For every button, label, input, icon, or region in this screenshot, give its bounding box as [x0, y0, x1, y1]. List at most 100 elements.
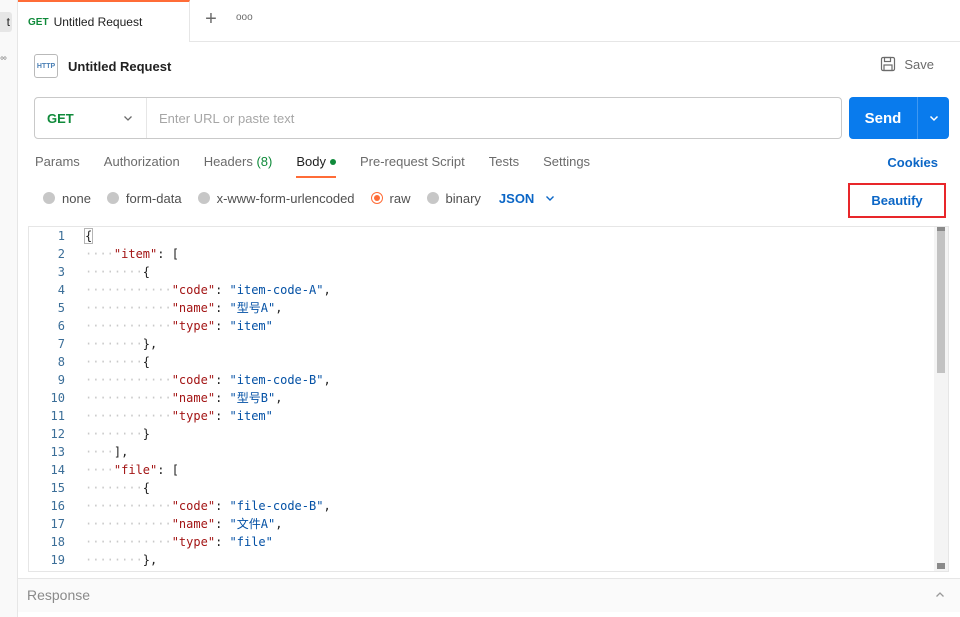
response-label: Response — [27, 587, 91, 603]
json-punctuation: : — [215, 517, 230, 531]
json-punctuation: : — [215, 535, 230, 549]
tab-pre-request-script[interactable]: Pre-request Script — [360, 148, 465, 178]
code-line: ········{ — [85, 353, 934, 371]
radio-button[interactable] — [197, 192, 210, 204]
json-punctuation: : [ — [157, 247, 179, 261]
indent-guide: ········ — [85, 427, 143, 441]
code-line: ············"name": "型号B", — [85, 389, 934, 407]
tab-headers[interactable]: Headers (8) — [204, 148, 273, 178]
indent-guide: ············ — [85, 283, 172, 297]
code-line: { — [83, 227, 934, 245]
save-button[interactable]: Save — [880, 56, 934, 72]
line-number-gutter: 1 2 3 4 5 6 7 8 9 10 11 12 13 14 15 16 17 18 19 — [29, 227, 67, 571]
json-key: "code" — [171, 373, 216, 387]
json-punctuation: { — [142, 265, 151, 279]
body-type-form-data[interactable]: form-data — [106, 191, 182, 206]
json-punctuation: : — [215, 499, 230, 513]
new-tab-icon[interactable]: + — [200, 9, 222, 31]
json-punctuation: ], — [113, 445, 129, 459]
code-line: ········{ — [85, 263, 934, 281]
send-button-group: Send — [849, 97, 949, 139]
radio-button[interactable] — [106, 192, 119, 204]
send-button[interactable]: Send — [849, 97, 917, 139]
tab-bar: GET Untitled Request + ooo — [18, 0, 960, 42]
request-tabs: Params Authorization Headers (8) Body Pr… — [35, 148, 614, 178]
chevron-up-icon[interactable] — [934, 589, 946, 601]
line-number: 3 — [57, 265, 65, 279]
sidebar-edge: t °° — [0, 0, 18, 617]
line-number: 1 — [57, 229, 65, 243]
sidebar-selected-item[interactable]: t — [0, 12, 12, 32]
tab-untitled-request[interactable]: GET Untitled Request — [18, 0, 190, 42]
code-line: ············"code": "item-code-B", — [85, 371, 934, 389]
tab-overflow-icon[interactable]: ooo — [236, 12, 253, 23]
chevron-down-icon — [929, 115, 938, 122]
radio-label: none — [62, 190, 91, 206]
radio-label: raw — [389, 190, 411, 206]
json-punctuation: { — [142, 481, 151, 495]
indent-guide: ············ — [85, 319, 172, 333]
json-key: "type" — [171, 319, 216, 333]
json-punctuation: : — [215, 319, 230, 333]
indent-guide: ············ — [85, 499, 172, 513]
code-content[interactable]: {····"item": [········{············"code… — [83, 227, 934, 571]
send-options-button[interactable] — [917, 97, 949, 139]
sidebar-more-icon[interactable]: °° — [0, 56, 7, 67]
json-key: "name" — [171, 391, 216, 405]
json-key: "code" — [171, 499, 216, 513]
json-key: "name" — [171, 517, 216, 531]
body-type-binary[interactable]: binary — [426, 191, 481, 206]
line-number: 8 — [57, 355, 65, 369]
code-line: ············"code": "file-code-B", — [85, 497, 934, 515]
request-title[interactable]: Untitled Request — [68, 59, 171, 74]
line-number: 14 — [50, 463, 65, 477]
radio-button[interactable] — [43, 192, 55, 204]
beautify-highlight: Beautify — [848, 183, 946, 218]
code-line: ········} — [85, 425, 934, 443]
body-type-raw[interactable]: raw — [370, 190, 411, 206]
tab-method: GET — [28, 16, 49, 28]
radio-button-selected[interactable] — [370, 192, 383, 204]
body-type-urlencoded[interactable]: x-www-form-urlencoded — [197, 191, 355, 206]
url-input[interactable] — [147, 98, 841, 138]
json-punctuation: , — [275, 301, 283, 315]
cookies-link[interactable]: Cookies — [887, 155, 938, 170]
vertical-scrollbar[interactable] — [934, 227, 948, 571]
radio-button[interactable] — [426, 192, 439, 204]
indent-guide: ············ — [85, 517, 172, 531]
tab-label: Authorization — [103, 154, 180, 169]
indent-guide: ········ — [85, 355, 143, 369]
line-number: 10 — [50, 391, 65, 405]
method-value: GET — [47, 110, 74, 126]
chevron-down-icon — [546, 196, 555, 201]
code-line: ············"name": "文件A", — [85, 515, 934, 533]
json-key: "code" — [171, 283, 216, 297]
code-editor[interactable]: 1 2 3 4 5 6 7 8 9 10 11 12 13 14 15 16 17 18 19 {····"item… — [28, 226, 949, 572]
code-line: ········}, — [85, 335, 934, 353]
method-select[interactable]: GET — [35, 98, 147, 138]
tab-authorization[interactable]: Authorization — [104, 148, 180, 178]
json-punctuation: }, — [142, 337, 158, 351]
json-punctuation: { — [142, 355, 151, 369]
scroll-down-arrow[interactable] — [937, 563, 945, 569]
tab-tests[interactable]: Tests — [489, 148, 519, 178]
json-punctuation: { — [83, 228, 94, 244]
json-punctuation: : — [215, 391, 230, 405]
json-string: "item-code-B" — [229, 373, 324, 387]
tab-body[interactable]: Body — [296, 148, 336, 178]
json-punctuation: , — [275, 517, 283, 531]
line-number: 6 — [57, 319, 65, 333]
beautify-button[interactable]: Beautify — [871, 193, 922, 208]
line-number: 17 — [50, 517, 65, 531]
scrollbar-thumb[interactable] — [937, 231, 945, 373]
body-type-none[interactable]: none — [43, 191, 91, 206]
line-number: 5 — [57, 301, 65, 315]
tab-settings[interactable]: Settings — [543, 148, 590, 178]
http-icon: HTTP — [34, 54, 58, 78]
indent-guide: ···· — [85, 463, 114, 477]
tab-params[interactable]: Params — [35, 148, 80, 178]
line-number: 12 — [50, 427, 65, 441]
json-punctuation: : — [215, 283, 230, 297]
response-panel[interactable]: Response — [18, 578, 960, 612]
raw-language-select[interactable]: JSON — [499, 191, 556, 206]
